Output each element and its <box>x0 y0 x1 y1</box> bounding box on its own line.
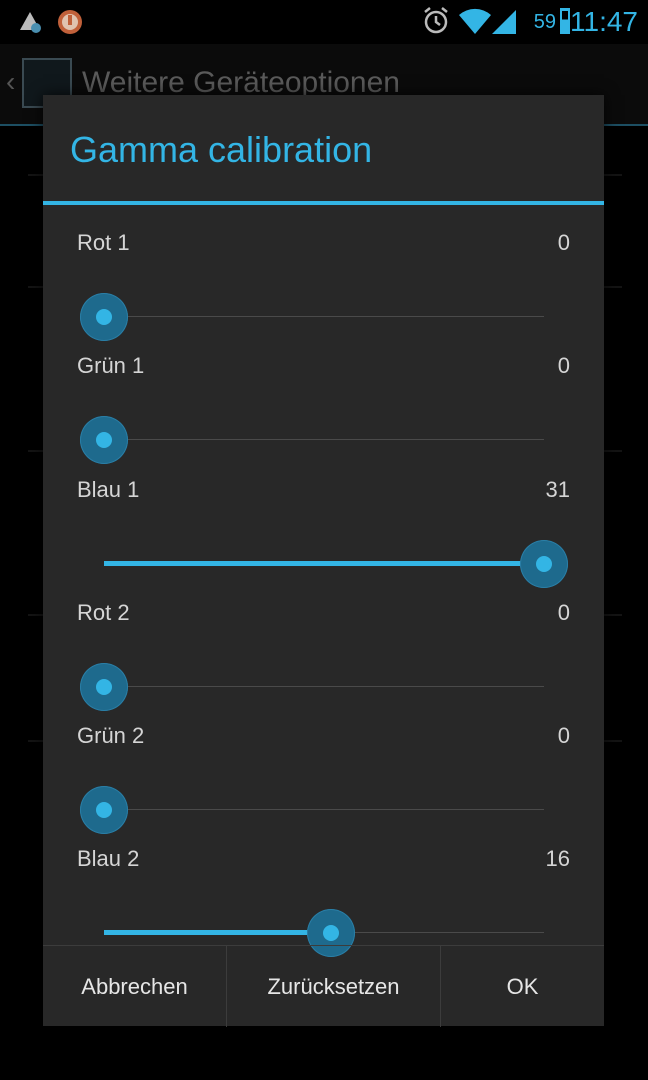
notification-icon <box>58 10 82 34</box>
back-chevron-icon[interactable]: ‹ <box>6 66 15 98</box>
slider-row-rot-1: Rot 1 0 <box>43 228 604 351</box>
signal-icon <box>492 10 516 34</box>
slider-thumb[interactable] <box>80 786 128 834</box>
slider-row-blau-1: Blau 1 31 <box>43 475 604 598</box>
slider-rot-2[interactable] <box>80 642 544 732</box>
slider-thumb[interactable] <box>80 293 128 341</box>
slider-gruen-1[interactable] <box>80 395 544 485</box>
slider-thumb[interactable] <box>520 540 568 588</box>
battery-icon <box>560 8 570 34</box>
alarm-icon <box>424 7 448 34</box>
slider-value: 0 <box>557 353 570 378</box>
slider-label: Blau 2 <box>77 846 140 871</box>
slider-label: Rot 2 <box>77 600 130 625</box>
reset-button[interactable]: Zurücksetzen <box>227 946 441 1027</box>
slider-thumb[interactable] <box>80 663 128 711</box>
slider-gruen-2[interactable] <box>80 765 544 855</box>
ok-button[interactable]: OK <box>441 946 604 1027</box>
slider-row-rot-2: Rot 2 0 <box>43 598 604 721</box>
slider-row-gruen-2: Grün 2 0 <box>43 721 604 844</box>
title-divider <box>43 201 604 205</box>
slider-blau-1[interactable] <box>104 519 568 609</box>
slider-value: 0 <box>557 723 570 748</box>
slider-thumb[interactable] <box>80 416 128 464</box>
clock: 11:47 <box>570 6 638 37</box>
slider-label: Rot 1 <box>77 230 130 255</box>
wifi-icon <box>459 8 491 35</box>
gamma-calibration-dialog: Gamma calibration Rot 1 0 Grün 1 0 Blau … <box>43 95 604 1027</box>
slider-value: 31 <box>545 477 570 502</box>
slider-rot-1[interactable] <box>80 272 544 362</box>
dialog-title: Gamma calibration <box>70 129 373 170</box>
slider-value: 16 <box>545 846 570 871</box>
debug-icon <box>20 12 41 33</box>
dialog-button-bar: Abbrechen Zurücksetzen OK <box>43 945 604 1027</box>
slider-value: 0 <box>557 230 570 255</box>
slider-value: 0 <box>557 600 570 625</box>
slider-label: Grün 1 <box>77 353 145 378</box>
slider-label: Blau 1 <box>77 477 140 502</box>
slider-row-gruen-1: Grün 1 0 <box>43 351 604 474</box>
battery-level: 59 <box>533 11 556 33</box>
cancel-button[interactable]: Abbrechen <box>43 946 227 1027</box>
status-bar: 59 11:47 <box>0 0 648 44</box>
slider-label: Grün 2 <box>77 723 145 748</box>
